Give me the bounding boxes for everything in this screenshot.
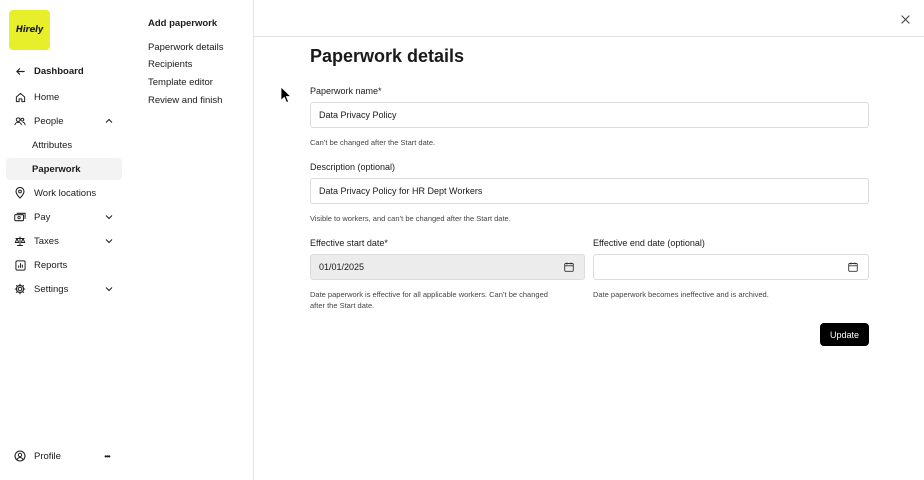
nav-item-pay[interactable]: Pay (6, 206, 122, 228)
start-date-label: Effective start date* (310, 238, 388, 248)
nav-item-label: Settings (34, 283, 69, 295)
more-options-icon[interactable]: ••• (100, 452, 114, 461)
home-icon (14, 91, 26, 103)
start-date-help: Date paperwork is effective for all appl… (310, 289, 548, 311)
end-date-label: Effective end date (optional) (593, 238, 705, 248)
paperwork-form: Paperwork details Paperwork name* Data P… (254, 37, 924, 480)
description-help: Visible to workers, and can’t be changed… (310, 214, 511, 223)
nav-item-label: Home (34, 91, 60, 103)
mouse-cursor-icon (280, 86, 292, 103)
paperwork-name-help: Can’t be changed after the Start date. (310, 138, 436, 147)
nav-item-label: Reports (34, 259, 68, 271)
sidebar: Hirely Dashboard Home People Attributes … (0, 0, 130, 480)
update-button[interactable]: Update (820, 323, 869, 346)
start-date-help-line2: after the Start date. (310, 301, 375, 310)
nav-item-reports[interactable]: Reports (6, 254, 122, 276)
nav-back-label: Dashboard (34, 65, 84, 77)
chevron-down-icon (104, 286, 114, 292)
paperwork-name-value: Data Privacy Policy (319, 110, 397, 120)
chevron-up-icon (104, 118, 114, 124)
brand-logo[interactable]: Hirely (9, 10, 50, 50)
nav-item-work-locations[interactable]: Work locations (6, 182, 122, 204)
nav-item-label: Taxes (34, 235, 59, 247)
description-value: Data Privacy Policy for HR Dept Workers (319, 186, 483, 196)
start-date-input[interactable]: 01/01/2025 (310, 254, 585, 280)
nav-back-dashboard[interactable]: Dashboard (6, 60, 122, 82)
top-bar (254, 0, 924, 37)
nav-item-label: Paperwork (32, 163, 81, 175)
people-icon (14, 115, 26, 127)
chevron-down-icon (104, 238, 114, 244)
nav-item-home[interactable]: Home (6, 86, 122, 108)
nav-item-attributes[interactable]: Attributes (6, 134, 122, 156)
start-date-help-line1: Date paperwork is effective for all appl… (310, 290, 548, 299)
nav-item-paperwork[interactable]: Paperwork (6, 158, 122, 180)
nav-item-people[interactable]: People (6, 110, 122, 132)
nav-item-label: Attributes (32, 139, 73, 151)
user-circle-icon (14, 450, 26, 462)
description-label: Description (optional) (310, 162, 396, 172)
step-paperwork-details[interactable]: Paperwork details (148, 42, 224, 53)
chevron-down-icon (104, 214, 114, 220)
start-date-value: 01/01/2025 (319, 262, 365, 272)
paperwork-name-label: Paperwork name* (310, 86, 382, 96)
pay-icon (14, 211, 26, 223)
scales-icon (14, 235, 26, 247)
gear-icon (14, 283, 26, 295)
steps-panel: Add paperwork Paperwork details Recipien… (130, 0, 254, 480)
reports-icon (14, 259, 26, 271)
paperwork-name-input[interactable]: Data Privacy Policy (310, 102, 869, 128)
description-input[interactable]: Data Privacy Policy for HR Dept Workers (310, 178, 869, 204)
nav-item-label: Work locations (34, 187, 97, 199)
nav-item-label: Profile (34, 450, 61, 462)
page-title: Paperwork details (310, 46, 465, 66)
calendar-icon[interactable] (564, 262, 575, 273)
brand-logo-text: Hirely (15, 25, 44, 35)
map-pin-icon (14, 187, 26, 199)
step-template-editor[interactable]: Template editor (148, 77, 213, 88)
arrow-left-icon (14, 65, 26, 77)
step-review-and-finish[interactable]: Review and finish (148, 95, 222, 106)
calendar-icon[interactable] (848, 262, 859, 273)
nav-item-label: Pay (34, 211, 51, 223)
close-button[interactable] (898, 12, 912, 26)
end-date-input[interactable] (593, 254, 869, 280)
step-recipients[interactable]: Recipients (148, 59, 192, 70)
nav-item-label: People (34, 115, 64, 127)
nav-item-taxes[interactable]: Taxes (6, 230, 122, 252)
close-icon (900, 14, 910, 24)
nav-item-profile[interactable]: Profile ••• (6, 445, 122, 467)
end-date-help: Date paperwork becomes ineffective and i… (593, 290, 769, 299)
nav-item-settings[interactable]: Settings (6, 278, 122, 300)
steps-title: Add paperwork (148, 18, 218, 29)
